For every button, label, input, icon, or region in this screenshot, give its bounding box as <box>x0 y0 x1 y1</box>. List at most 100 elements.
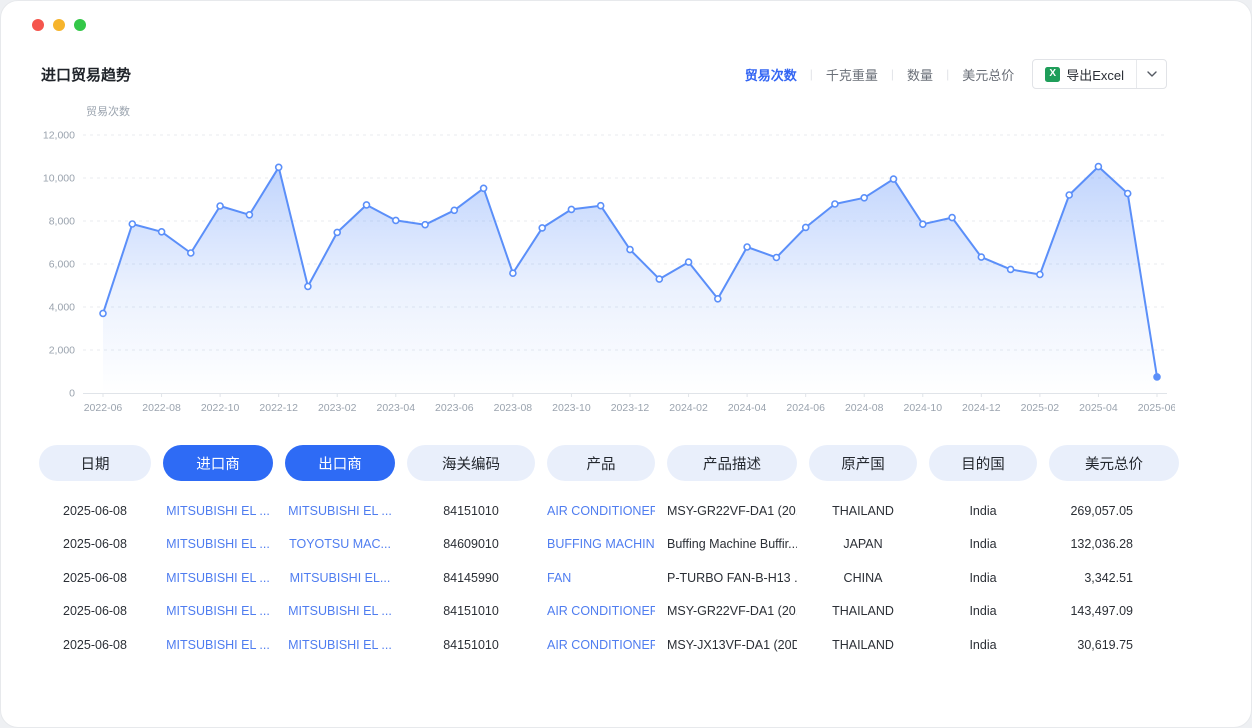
data-point[interactable] <box>920 221 926 227</box>
table-column-pills: 日期进口商出口商海关编码产品产品描述原产国目的国美元总价 <box>39 445 1179 481</box>
trend-area-chart[interactable]: 贸易次数02,0004,0006,0008,00010,00012,000202… <box>39 99 1175 421</box>
data-point[interactable] <box>1125 191 1131 197</box>
data-point[interactable] <box>949 215 955 221</box>
tab-separator: | <box>810 67 813 81</box>
column-pill-0[interactable]: 日期 <box>39 445 151 481</box>
excel-icon: X <box>1045 67 1060 82</box>
column-pill-2[interactable]: 出口商 <box>285 445 395 481</box>
table-row: 2025-06-08MITSUBISHI EL ...MITSUBISHI EL… <box>39 494 1179 528</box>
cell-exporter[interactable]: TOYOTSU MAC... <box>285 537 395 551</box>
column-pill-4[interactable]: 产品 <box>547 445 655 481</box>
cell-product[interactable]: AIR CONDITIONER <box>547 504 655 518</box>
area-fill <box>103 167 1157 393</box>
data-point[interactable] <box>803 224 809 230</box>
data-point[interactable] <box>159 229 165 235</box>
column-pill-7[interactable]: 目的国 <box>929 445 1037 481</box>
close-button[interactable] <box>32 19 44 31</box>
data-point[interactable] <box>1037 272 1043 278</box>
x-tick-label: 2022-10 <box>201 402 240 414</box>
data-point[interactable] <box>364 202 370 208</box>
metric-tab-3[interactable]: 美元总价 <box>962 65 1014 84</box>
table-row: 2025-06-08 MITSUBISHI EL ... MITSUBISHI EL… <box>39 595 1179 629</box>
data-point[interactable] <box>539 225 545 231</box>
zoom-button[interactable] <box>74 19 86 31</box>
x-tick-label: 2022-06 <box>84 402 123 414</box>
column-pill-6[interactable]: 原产国 <box>809 445 917 481</box>
y-tick-label: 12,000 <box>43 130 75 142</box>
data-point[interactable] <box>891 176 897 182</box>
data-point[interactable] <box>129 221 135 227</box>
x-tick-label: 2023-02 <box>318 402 357 414</box>
column-pill-3[interactable]: 海关编码 <box>407 445 535 481</box>
cell-exporter[interactable]: MITSUBISHI EL... <box>285 571 395 585</box>
cell-exporter[interactable]: MITSUBISHI EL ... <box>285 604 395 618</box>
data-point[interactable] <box>276 164 282 170</box>
cell-product[interactable]: BUFFING MACHINE <box>547 537 655 551</box>
cell-importer[interactable]: MITSUBISHI EL ... <box>163 537 273 551</box>
export-excel-button[interactable]: X 导出Excel <box>1032 59 1167 89</box>
export-dropdown-toggle[interactable] <box>1136 60 1166 88</box>
app-window: 进口贸易趋势 贸易次数|千克重量|数量|美元总价 X 导出Excel 贸易次数0… <box>0 0 1252 728</box>
data-point[interactable] <box>598 203 604 209</box>
column-pill-8[interactable]: 美元总价 <box>1049 445 1179 481</box>
x-tick-label: 2022-08 <box>142 402 181 414</box>
metric-tab-2[interactable]: 数量 <box>907 65 933 84</box>
x-tick-label: 2025-04 <box>1079 402 1118 414</box>
cell-importer[interactable]: MITSUBISHI EL ... <box>163 604 273 618</box>
cell-product[interactable]: AIR CONDITIONER <box>547 638 655 652</box>
data-point[interactable] <box>393 217 399 223</box>
trend-chart: 贸易次数02,0004,0006,0008,00010,00012,000202… <box>39 99 1175 421</box>
data-point[interactable] <box>305 283 311 289</box>
data-point[interactable] <box>451 207 457 213</box>
column-pill-5[interactable]: 产品描述 <box>667 445 797 481</box>
data-point[interactable] <box>422 222 428 228</box>
data-point[interactable] <box>217 203 223 209</box>
cell-importer[interactable]: MITSUBISHI EL ... <box>163 571 273 585</box>
cell-exporter[interactable]: MITSUBISHI EL ... <box>285 504 395 518</box>
x-tick-label: 2024-08 <box>845 402 884 414</box>
data-point[interactable] <box>978 254 984 260</box>
x-tick-label: 2024-12 <box>962 402 1001 414</box>
data-point[interactable] <box>773 255 779 261</box>
data-point[interactable] <box>246 212 252 218</box>
data-point[interactable] <box>1095 164 1101 170</box>
cell-product[interactable]: FAN <box>547 571 655 585</box>
cell-origin-country: THAILAND <box>809 604 917 618</box>
column-pill-1[interactable]: 进口商 <box>163 445 273 481</box>
data-point[interactable] <box>1066 192 1072 198</box>
data-point[interactable] <box>656 276 662 282</box>
data-point[interactable] <box>568 206 574 212</box>
metric-tab-1[interactable]: 千克重量 <box>826 65 878 84</box>
titlebar <box>1 1 1251 45</box>
data-point[interactable] <box>686 259 692 265</box>
cell-usd-total: 30,619.75 <box>1049 638 1179 652</box>
tab-separator: | <box>946 67 949 81</box>
cell-destination-country: India <box>929 537 1037 551</box>
metric-tab-0[interactable]: 贸易次数 <box>745 65 797 84</box>
data-point[interactable] <box>1154 374 1160 380</box>
data-point[interactable] <box>334 229 340 235</box>
cell-hs-code: 84151010 <box>407 604 535 618</box>
cell-destination-country: India <box>929 604 1037 618</box>
cell-exporter[interactable]: MITSUBISHI EL ... <box>285 638 395 652</box>
x-tick-label: 2023-12 <box>611 402 650 414</box>
data-point[interactable] <box>188 250 194 256</box>
minimize-button[interactable] <box>53 19 65 31</box>
cell-usd-total: 132,036.28 <box>1049 537 1179 551</box>
cell-date: 2025-06-08 <box>39 604 151 618</box>
cell-importer[interactable]: MITSUBISHI EL ... <box>163 504 273 518</box>
cell-product[interactable]: AIR CONDITIONER <box>547 604 655 618</box>
data-point[interactable] <box>481 185 487 191</box>
data-point[interactable] <box>627 247 633 253</box>
data-point[interactable] <box>100 310 106 316</box>
data-point[interactable] <box>832 201 838 207</box>
cell-importer[interactable]: MITSUBISHI EL ... <box>163 638 273 652</box>
window-controls <box>32 19 86 31</box>
data-point[interactable] <box>1008 266 1014 272</box>
data-point[interactable] <box>861 195 867 201</box>
x-tick-label: 2025-06 <box>1138 402 1175 414</box>
data-point[interactable] <box>510 270 516 276</box>
data-point[interactable] <box>744 244 750 250</box>
data-point[interactable] <box>715 296 721 302</box>
export-excel-main[interactable]: X 导出Excel <box>1033 60 1136 88</box>
